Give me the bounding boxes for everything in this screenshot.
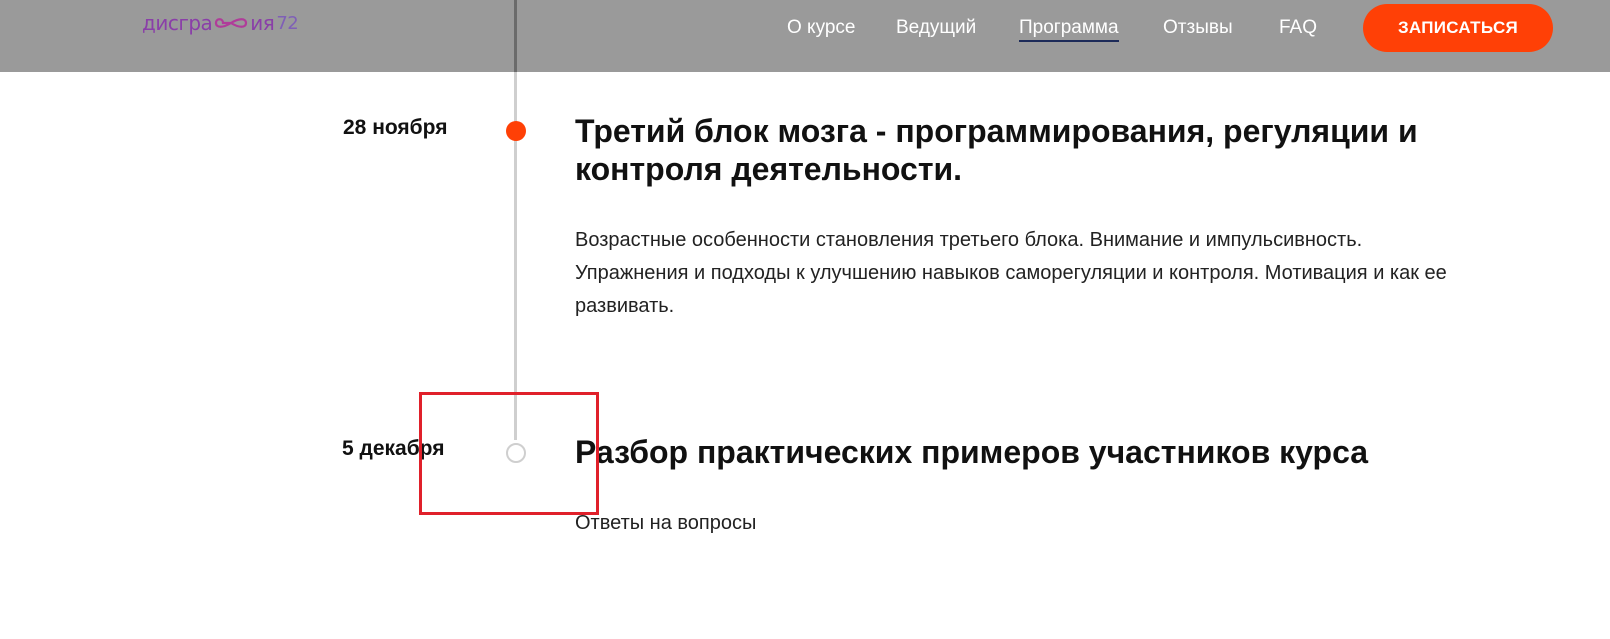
lesson-title: Разбор практических примеров участников … xyxy=(575,434,1369,470)
nav-faq[interactable]: FAQ xyxy=(1279,17,1317,39)
timeline-line-top xyxy=(514,0,517,72)
nav-host[interactable]: Ведущий xyxy=(896,17,976,39)
signup-button[interactable]: ЗАПИСАТЬСЯ xyxy=(1363,4,1553,52)
site-logo[interactable]: дисгра ия 72 xyxy=(142,10,299,36)
timeline-date: 5 декабря xyxy=(342,437,445,460)
timeline-dot-active xyxy=(506,121,526,141)
timeline-date: 28 ноября xyxy=(343,116,448,139)
lesson-description: Ответы на вопросы xyxy=(575,512,757,534)
nav-program[interactable]: Программа xyxy=(1019,17,1119,42)
lesson-title: Третий блок мозга - программирования, ре… xyxy=(575,113,1418,187)
timeline-dot-inactive xyxy=(506,443,526,463)
logo-number: 72 xyxy=(276,12,299,34)
nav-about[interactable]: О курсе xyxy=(787,17,856,39)
logo-text-right: ия xyxy=(250,11,275,35)
infinity-icon xyxy=(215,18,248,28)
site-header: дисгра ия 72 О курсе Ведущий Программа О… xyxy=(0,0,1610,72)
nav-reviews[interactable]: Отзывы xyxy=(1163,17,1233,39)
logo-text-left: дисгра xyxy=(142,11,213,35)
lesson-description: Возрастные особенности становления треть… xyxy=(575,229,1447,317)
